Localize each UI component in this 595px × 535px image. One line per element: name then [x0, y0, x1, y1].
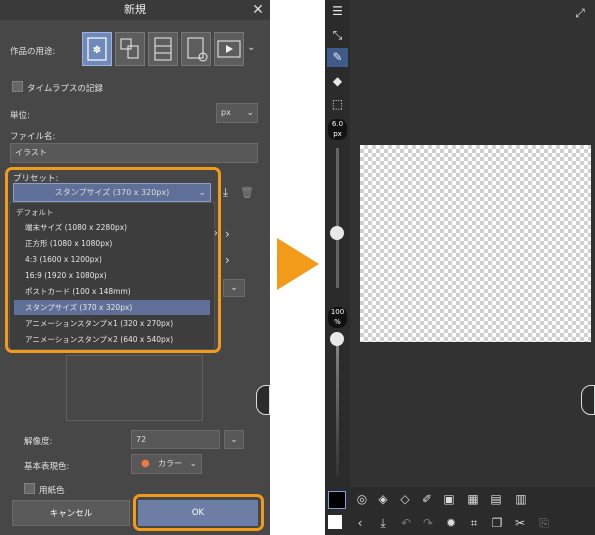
- main-color-swatch[interactable]: [328, 491, 346, 509]
- undo-icon[interactable]: ↶: [398, 515, 414, 531]
- brush-size-value: 6.0: [331, 120, 344, 128]
- layers-icon[interactable]: ◈: [375, 491, 391, 507]
- copy-icon[interactable]: ❐: [489, 515, 505, 531]
- material-icon[interactable]: ▦: [465, 491, 481, 507]
- comic-icon[interactable]: [115, 32, 145, 66]
- arrow-right-icon: [277, 238, 319, 290]
- unit-value: px: [221, 108, 231, 117]
- dialog-title: 新規: [0, 0, 270, 20]
- chevron-down-icon: ⌄: [246, 108, 254, 118]
- opacity-track: [336, 336, 339, 476]
- transform-icon[interactable]: ⤡: [327, 26, 348, 45]
- chevron-down-icon[interactable]: ⌄: [224, 430, 244, 449]
- subtool-icon[interactable]: ▤: [488, 491, 504, 507]
- brush-size-indicator[interactable]: 6.0 px: [328, 119, 347, 140]
- unit-label: 単位:: [10, 111, 30, 121]
- chevron-down-icon[interactable]: ⌄: [223, 279, 245, 297]
- chevron-down-icon[interactable]: ⌄: [247, 42, 255, 53]
- trash-icon[interactable]: 🗑: [239, 183, 255, 202]
- color-mode-label: 基本表現色:: [24, 462, 70, 472]
- paper-color-checkbox[interactable]: [24, 483, 35, 494]
- panel-handle-icon[interactable]: [256, 385, 270, 415]
- layer-properties-icon[interactable]: ◇: [397, 491, 413, 507]
- pen-icon[interactable]: ✎: [327, 48, 348, 67]
- sub-color-swatch[interactable]: [328, 515, 342, 529]
- color-picker-icon[interactable]: ◎: [354, 491, 370, 507]
- opacity-slider[interactable]: [330, 332, 344, 346]
- filename-label: ファイル名:: [10, 132, 56, 142]
- redo-icon[interactable]: ↷: [420, 515, 436, 531]
- filename-input[interactable]: イラスト: [10, 143, 258, 163]
- brush-size-unit: px: [333, 130, 342, 138]
- canvas-area[interactable]: [360, 145, 591, 342]
- eraser-icon[interactable]: ◆: [327, 72, 348, 91]
- color-mode-value: カラー: [158, 459, 182, 468]
- import-icon[interactable]: ⤓: [375, 515, 391, 531]
- opacity-unit: %: [334, 318, 341, 326]
- chevron-right-icon[interactable]: ›: [225, 253, 230, 267]
- brush-size-slider[interactable]: [330, 226, 344, 240]
- chevron-left-icon[interactable]: ‹: [352, 515, 368, 531]
- loading-icon[interactable]: ✹: [443, 515, 459, 531]
- timelapse-label: タイムラプスの記録: [27, 84, 103, 94]
- menu-icon[interactable]: ☰: [327, 2, 348, 21]
- crop-icon[interactable]: ⌗: [466, 515, 482, 531]
- usage-label: 作品の用途:: [10, 47, 56, 57]
- navigator-icon[interactable]: ▣: [441, 491, 457, 507]
- print-icon[interactable]: [181, 32, 211, 66]
- illustration-icon[interactable]: ✽: [82, 32, 112, 66]
- canvas-preview: [66, 355, 203, 421]
- chevron-right-icon[interactable]: ›: [225, 227, 230, 241]
- highlight-frame: [133, 494, 264, 531]
- bottom-toolbar: ◎ ◈ ◇ ✐ ▣ ▦ ▤ ▥ ‹ ⤓ ↶ ↷ ✹ ⌗ ❐ ✂ ⎘: [325, 487, 595, 535]
- timelapse-checkbox[interactable]: [12, 81, 23, 92]
- tool-bar: ☰ ⤡ ✎ ◆ ⬚ 6.0 px 100 %: [325, 0, 350, 535]
- unit-select[interactable]: px ⌄: [216, 103, 258, 123]
- close-icon[interactable]: ✕: [250, 1, 266, 19]
- color-mode-select[interactable]: ● カラー ⌄: [131, 454, 202, 474]
- opacity-value: 100: [330, 308, 345, 316]
- timeline-icon[interactable]: ▥: [513, 491, 529, 507]
- svg-text:✽: ✽: [93, 45, 101, 56]
- paste-icon[interactable]: ⎘: [536, 515, 552, 531]
- fullscreen-icon[interactable]: ⤢: [571, 4, 589, 22]
- paper-color-label: 用紙色: [39, 486, 65, 496]
- animation-icon[interactable]: [214, 32, 244, 66]
- color-palette-icon: ●: [141, 458, 150, 469]
- panel-handle-icon[interactable]: [581, 385, 595, 415]
- chevron-down-icon: ⌄: [189, 459, 197, 469]
- cancel-button[interactable]: キャンセル: [12, 500, 130, 526]
- opacity-indicator[interactable]: 100 %: [328, 307, 347, 328]
- brush-settings-icon[interactable]: ✐: [419, 491, 435, 507]
- select-icon[interactable]: ⬚: [327, 95, 348, 114]
- brush-size-track: [336, 148, 339, 288]
- highlight-frame: [5, 167, 221, 353]
- cut-icon[interactable]: ✂: [512, 515, 528, 531]
- canvas-window: ☰ ⤡ ✎ ◆ ⬚ 6.0 px 100 % ⤢ ◎ ◈ ◇ ✐ ▣ ▦ ▤ ▥…: [325, 0, 595, 535]
- resolution-input[interactable]: 72: [131, 430, 220, 449]
- resolution-label: 解像度:: [24, 437, 53, 447]
- webtoon-icon[interactable]: [148, 32, 178, 66]
- new-canvas-dialog: 新規 ✕ 作品の用途: ✽ ⌄ タイムラプスの記録 単位: px ⌄ ファイル名…: [0, 0, 270, 535]
